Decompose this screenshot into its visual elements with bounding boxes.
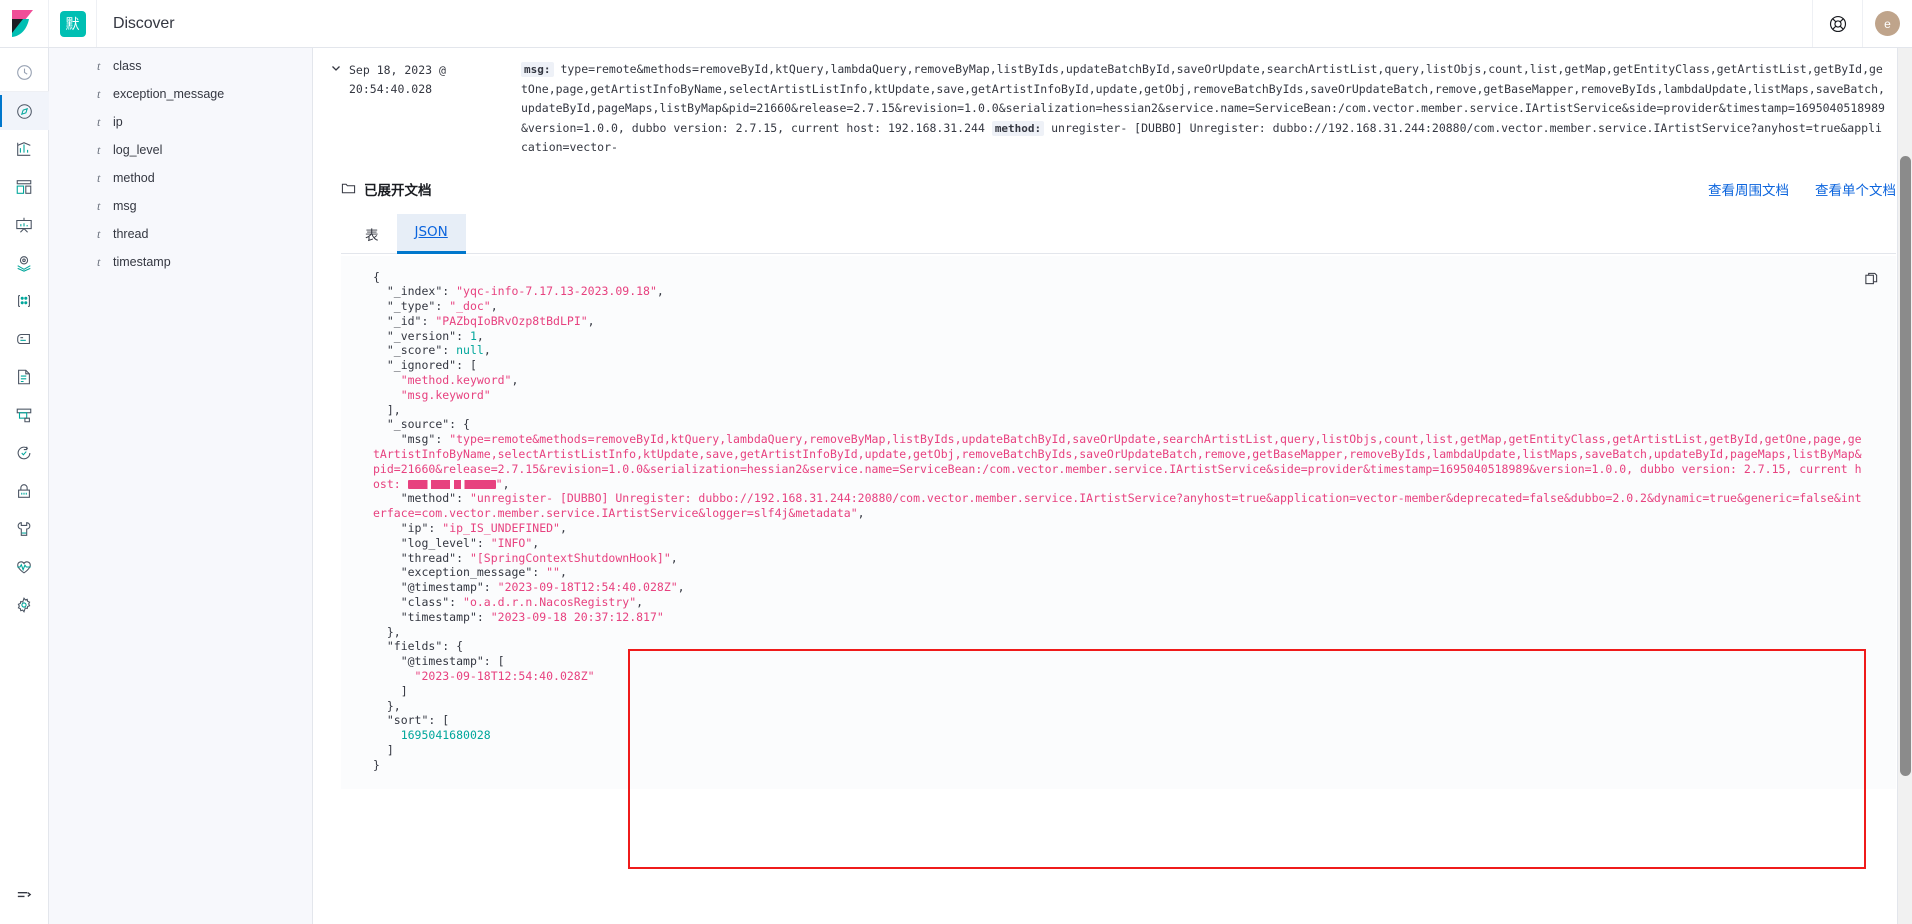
field-name: timestamp [113,255,171,269]
copy-icon [1864,272,1877,285]
view-single-document-link[interactable]: 查看单个文档 [1815,179,1896,199]
document-detail-panel: Sep 18, 2023 @ 20:54:40.028 msg: type=re… [313,48,1912,924]
collapse-panel-icon [17,891,31,897]
field-item-ip[interactable]: t ip [49,108,312,136]
field-type-icon: t [97,226,101,241]
help-button[interactable] [1812,0,1862,47]
redacted-host [407,479,496,489]
kibana-logo-icon [12,9,33,37]
expanded-document-header: 已展开文档 查看周围文档 查看单个文档 [341,176,1896,202]
expanded-document-links: 查看周围文档 查看单个文档 [1708,179,1896,199]
field-type-icon: t [97,86,101,101]
sidebar-item-stack-management[interactable] [0,586,49,624]
field-name: ip [113,115,123,129]
folder-icon [341,181,356,196]
sidebar-item-stack-monitoring[interactable] [0,548,49,586]
json-document-body: { "_index": "yqc-info-7.17.13-2023.09.18… [373,269,1862,772]
collapse-nav-button[interactable] [0,876,49,914]
space-selector[interactable]: 默 [49,0,97,47]
lock-icon [18,484,30,498]
field-name: class [113,59,142,73]
tab-table[interactable]: 表 [347,214,397,253]
sidebar-item-security[interactable] [0,472,49,510]
field-item-exception-message[interactable]: t exception_message [49,80,312,108]
doc-message-summary: msg: type=remote&methods=removeById,ktQu… [521,56,1896,158]
sidebar-item-discover[interactable] [0,92,49,130]
field-item-method[interactable]: t method [49,164,312,192]
tab-json[interactable]: JSON [396,213,467,254]
document-icon [18,369,30,385]
presentation-icon [16,217,32,233]
field-type-icon: t [97,142,101,157]
compass-icon [16,103,32,119]
sidebar-item-maps[interactable] [0,244,49,282]
chevron-down-icon [332,66,340,71]
kibana-logo[interactable] [0,0,49,47]
header-actions: e [1812,0,1912,47]
avatar: e [1875,11,1900,36]
bar-chart-icon [17,142,31,156]
sidebar-item-recently-viewed[interactable] [0,54,49,92]
method-field-label: method: [991,120,1045,136]
sidebar-item-canvas[interactable] [0,206,49,244]
wrench-icon [17,522,31,536]
heartbeat-icon [17,561,31,574]
sidebar-item-dev-tools[interactable] [0,510,49,548]
expanded-document-section: 已展开文档 查看周围文档 查看单个文档 表 JSON {"_index": "… [341,176,1896,869]
map-marker-icon [17,256,31,272]
expanded-document-title: 已展开文档 [364,182,432,199]
dashboard-icon [16,180,32,194]
app-body: t class t exception_message t ip t log_l… [0,48,1912,924]
page-title: Discover [113,14,175,32]
field-item-timestamp[interactable]: t timestamp [49,248,312,276]
json-viewer: { "_index": "yqc-info-7.17.13-2023.09.18… [341,255,1896,869]
space-badge: 默 [59,10,86,37]
clock-icon [16,65,32,80]
field-name: method [113,171,155,185]
field-name: thread [113,227,149,241]
field-type-icon: t [97,254,101,269]
scrollbar-thumb[interactable] [1900,156,1911,776]
collapse-doc-button[interactable] [323,56,349,158]
uptime-icon [17,446,31,460]
user-menu-button[interactable]: e [1862,0,1912,47]
nodes-icon [18,295,30,307]
field-type-icon: t [97,114,101,129]
doc-summary-row: Sep 18, 2023 @ 20:54:40.028 msg: type=re… [313,48,1912,158]
sidebar-item-visualize[interactable] [0,130,49,168]
field-name: msg [113,199,137,213]
field-item-class[interactable]: t class [49,52,312,80]
field-list-sidebar: t class t exception_message t ip t log_l… [49,48,313,924]
sidebar-item-dashboard[interactable] [0,168,49,206]
field-item-log-level[interactable]: t log_level [49,136,312,164]
doc-timestamp: Sep 18, 2023 @ 20:54:40.028 [349,63,446,96]
lifebuoy-icon [1829,15,1846,32]
document-view-tabs: 表 JSON [341,213,1896,254]
field-type-icon: t [97,58,101,73]
field-type-icon: t [97,198,101,213]
field-type-icon: t [97,170,101,185]
kibana-discover-app: 默 Discover e t class t exception_message… [0,0,1912,924]
primary-nav-rail [0,48,49,924]
monitor-icon [16,408,32,423]
sidebar-item-machine-learning[interactable] [0,282,49,320]
field-name: log_level [113,143,163,157]
gear-icon [17,597,31,613]
field-name: exception_message [113,87,225,101]
msg-field-label: msg: [521,62,554,77]
field-item-msg[interactable]: t msg [49,192,312,220]
sidebar-item-uptime[interactable] [0,434,49,472]
copy-json-button[interactable] [1860,268,1882,290]
app-header: 默 Discover e [0,0,1912,48]
field-item-thread[interactable]: t thread [49,220,312,248]
graph-icon [17,333,30,345]
main-scrollbar[interactable] [1898,48,1912,924]
sidebar-item-logs[interactable] [0,358,49,396]
view-surrounding-documents-link[interactable]: 查看周围文档 [1708,179,1789,199]
sidebar-item-metrics[interactable] [0,396,49,434]
sidebar-item-graph[interactable] [0,320,49,358]
